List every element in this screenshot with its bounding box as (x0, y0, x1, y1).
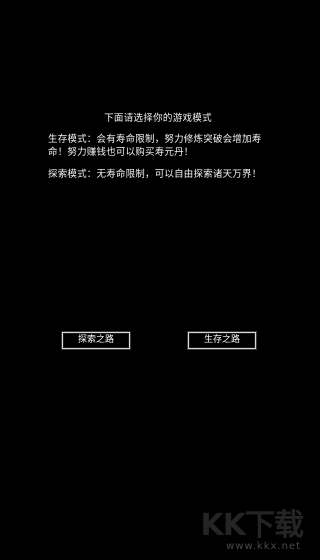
intro-title: 下面请选择你的游戏模式 (104, 113, 212, 124)
explore-path-button[interactable]: 探索之路 (62, 332, 130, 349)
watermark-url: www.kkx.net (226, 541, 301, 552)
watermark-logo: KK下载 (200, 508, 304, 543)
watermark: KK下载 www.kkx.net (189, 500, 307, 552)
survival-mode-description: 生存模式：会有寿命限制，努力修炼突破会增加寿命！努力赚钱也可以购买寿元丹！ (48, 134, 262, 158)
survival-path-button[interactable]: 生存之路 (188, 332, 256, 349)
mode-intro: 下面请选择你的游戏模式 生存模式：会有寿命限制，努力修炼突破会增加寿命！努力赚钱… (48, 112, 268, 190)
game-screen: 下面请选择你的游戏模式 生存模式：会有寿命限制，努力修炼突破会增加寿命！努力赚钱… (0, 0, 313, 560)
explore-mode-description: 探索模式：无寿命限制，可以自由探索诸天万界！ (48, 169, 262, 180)
